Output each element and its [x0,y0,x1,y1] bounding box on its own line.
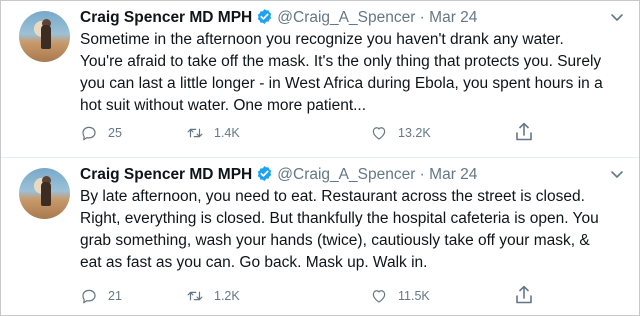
tweet-header: Craig Spencer MD MPH @Craig_A_Spencer · M… [80,165,477,185]
separator-dot: · [419,9,425,26]
author-handle[interactable]: @Craig_A_Spencer [277,9,415,26]
tweet-text-line: eat as fast as you can. Go back. Mask up… [80,254,428,271]
like-count: 11.5K [398,289,430,303]
share-button[interactable] [515,122,533,142]
retweet-count: 1.4K [214,126,240,140]
chevron-down-icon[interactable] [609,9,625,25]
heart-icon [372,127,386,140]
tweet-text-line: You're afraid to take off the mask. It's… [80,53,602,70]
tweet-thread: Craig Spencer MD MPH @Craig_A_Spencer · M… [0,0,640,316]
tweet[interactable]: Craig Spencer MD MPH @Craig_A_Spencer · M… [1,158,639,315]
tweet-actions: 25 1.4K 13.2K [80,122,620,144]
author-name[interactable]: Craig Spencer MD MPH [80,166,252,183]
retweet-icon [187,128,203,138]
verified-badge-icon [256,165,273,188]
retweet-button[interactable]: 1.4K [186,122,240,144]
tweet-text-line: Sometime in the afternoon you recognize … [80,31,564,48]
tweet-text-line: Right, everything is closed. But thankfu… [80,210,599,227]
chevron-down-icon[interactable] [609,166,625,182]
reply-button[interactable]: 21 [80,285,122,307]
author-name[interactable]: Craig Spencer MD MPH [80,9,252,26]
author-handle[interactable]: @Craig_A_Spencer [277,166,415,183]
heart-icon [372,290,386,303]
tweet-date[interactable]: Mar 24 [429,166,477,183]
reply-icon [82,126,96,141]
avatar-figure-body [41,182,51,206]
share-icon [516,285,532,304]
retweet-count: 1.2K [214,289,240,303]
verified-badge-icon [256,8,273,31]
retweet-button[interactable]: 1.2K [186,285,240,307]
reply-icon [82,289,96,304]
tweet-text: Sometime in the afternoon you recognize … [80,29,625,117]
reply-count: 25 [108,126,122,140]
avatar-figure-body [41,25,51,49]
avatar[interactable] [19,11,70,62]
tweet-text-line: grab something, wash your hands (twice),… [80,232,590,249]
tweet-text-line: By late afternoon, you need to eat. Rest… [80,188,585,205]
like-button[interactable]: 13.2K [370,122,431,144]
tweet-text-line: you can last a little longer - in West A… [80,75,603,92]
share-button[interactable] [515,285,533,305]
like-button[interactable]: 11.5K [370,285,430,307]
retweet-icon [187,291,203,301]
separator-dot: · [419,166,425,183]
tweet-actions: 21 1.2K 11.5K [80,285,620,307]
like-count: 13.2K [398,126,431,140]
tweet-text: By late afternoon, you need to eat. Rest… [80,186,625,274]
tweet-text-line: hot suit without water. One more patient… [80,97,367,114]
share-icon [516,122,532,141]
reply-count: 21 [108,289,122,303]
reply-button[interactable]: 25 [80,122,122,144]
tweet-header: Craig Spencer MD MPH @Craig_A_Spencer · M… [80,8,477,28]
tweet[interactable]: Craig Spencer MD MPH @Craig_A_Spencer · M… [1,1,639,158]
tweet-date[interactable]: Mar 24 [429,9,477,26]
avatar[interactable] [19,168,70,219]
